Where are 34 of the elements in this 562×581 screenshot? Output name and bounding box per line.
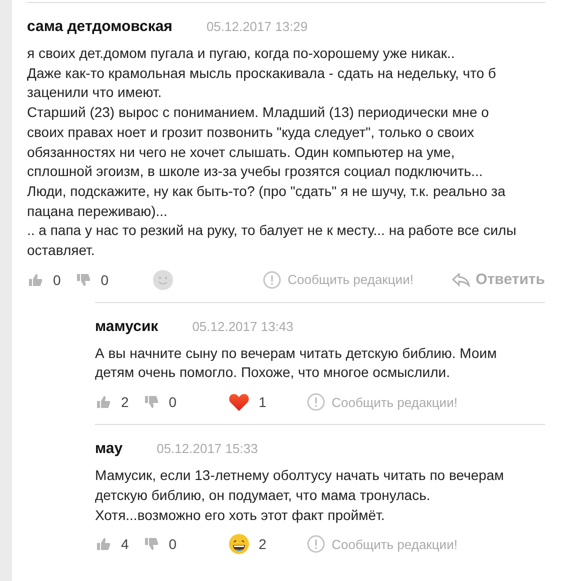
thumbs-up-icon[interactable] bbox=[95, 394, 111, 410]
like-count: 0 bbox=[53, 272, 61, 288]
dislike-count: 0 bbox=[168, 394, 177, 410]
dislike-count: 0 bbox=[100, 272, 109, 288]
report-link[interactable]: Сообщить редакции! bbox=[306, 393, 458, 412]
reaction-count: 2 bbox=[258, 536, 266, 552]
heart-icon[interactable] bbox=[228, 393, 249, 412]
reaction-count: 1 bbox=[258, 394, 266, 410]
reply-arrow-icon bbox=[452, 272, 470, 287]
comment-date: 05.12.2017 13:43 bbox=[192, 318, 294, 334]
like-count: 2 bbox=[121, 394, 129, 410]
comment-text: Мамусик, если 13-летнему оболтусу начать читать по вечерам детскую библию, он подумает, что мама тронулась. Хотя...возможно его хоть этот факт проймёт. bbox=[95, 466, 505, 525]
report-link[interactable]: Сообщить редакции! bbox=[262, 270, 414, 289]
thumbs-up-icon[interactable] bbox=[27, 272, 43, 288]
like-count: 4 bbox=[121, 536, 129, 552]
author-name: мау bbox=[95, 440, 123, 458]
author-name: мамусик bbox=[95, 318, 158, 335]
comment-text: А вы начните сыну по вечерам читать детскую библию. Моим детям очень помогло. Похоже, что многое осмыслили. bbox=[95, 344, 498, 382]
thumbs-down-icon[interactable] bbox=[142, 394, 159, 410]
warning-icon bbox=[262, 270, 281, 289]
reply-button[interactable]: Ответить bbox=[452, 271, 545, 288]
warning-icon bbox=[306, 535, 325, 554]
warning-icon bbox=[306, 393, 325, 412]
laughing-face-icon[interactable] bbox=[228, 534, 249, 554]
comment-date: 05.12.2017 15:33 bbox=[156, 441, 258, 456]
dislike-count: 0 bbox=[168, 536, 177, 552]
report-link[interactable]: Сообщить редакции! bbox=[306, 535, 458, 554]
thumbs-down-icon[interactable] bbox=[74, 272, 91, 288]
smiley-icon[interactable] bbox=[152, 270, 173, 290]
comment-date: 05.12.2017 13:29 bbox=[206, 19, 308, 34]
author-name: сама детдомовская bbox=[27, 18, 172, 35]
thumbs-down-icon[interactable] bbox=[142, 536, 159, 552]
thumbs-up-icon[interactable] bbox=[95, 536, 111, 552]
comment-text: я своих дет.домом пугала и пугаю, когда по-хорошему уже никак.. Даже как-то крамольная мысль проскакивала - сдать на недельку, что б заценили что имеют. Старший (23) вырос с пониманием. Младший (13) периодически мне о своих правах ноет и грозит позвонить "куда следует", только о своих обязанностях ни чего не хочет слышать. Один компьютер на уме, сплошной эгоизм, в школе из-за учебы грозятся социал подключить... Люди, подскажите, ну как быть-то? (про "сдать" я не шучу, т.к. реально за пацана переживаю)... .. а папа у нас то резкий на руку, то балует не к месту... на работе все силы оставляет. bbox=[27, 44, 517, 260]
